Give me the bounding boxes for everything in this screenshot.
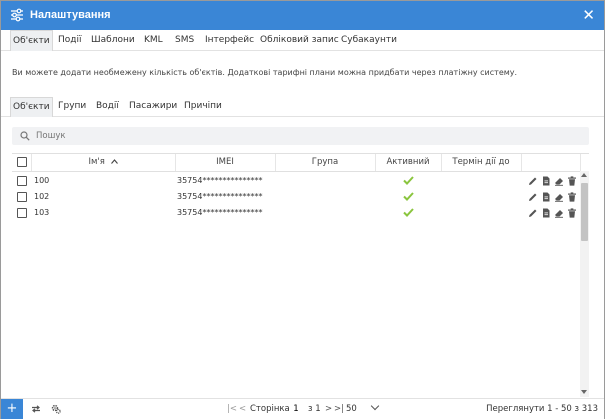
- row-checkbox[interactable]: [17, 192, 27, 202]
- subtab-groups[interactable]: Групи: [56, 97, 88, 116]
- column-name-label: Ім'я: [88, 157, 105, 167]
- select-all-checkbox[interactable]: [17, 157, 27, 167]
- active-check-icon: [403, 208, 414, 217]
- eraser-icon[interactable]: [554, 176, 564, 186]
- prev-page-icon[interactable]: <: [239, 399, 246, 419]
- column-active[interactable]: Активний: [375, 154, 442, 171]
- settings-sliders-icon: [11, 8, 23, 22]
- object-imei: 35754***************: [177, 176, 263, 185]
- footer-toolbar: + |< < Сторінка з 1 > >| 50 Переглянути …: [1, 398, 604, 419]
- tab-sms[interactable]: SMS: [173, 30, 196, 50]
- delete-icon[interactable]: [567, 192, 577, 202]
- column-expiry[interactable]: Термін дії до: [441, 154, 522, 171]
- active-check-icon: [403, 192, 414, 201]
- objects-table: Ім'я IMEI Група Активний Термін дії до 1…: [12, 153, 589, 397]
- subtab-passengers[interactable]: Пасажири: [127, 97, 179, 116]
- page-label: Сторінка: [250, 404, 290, 414]
- object-name: 103: [34, 208, 50, 217]
- document-icon[interactable]: [541, 192, 551, 202]
- table-row[interactable]: 100 35754***************: [12, 173, 580, 189]
- dialog-title: Налаштування: [30, 9, 111, 21]
- scroll-down-icon[interactable]: [581, 390, 587, 394]
- row-checkbox[interactable]: [17, 208, 27, 218]
- page-size-select[interactable]: 50: [346, 399, 380, 419]
- main-tabs: Об'єкти Події Шаблони KML SMS Інтерфейс …: [1, 30, 604, 51]
- settings-dialog: Налаштування ✕ Об'єкти Події Шаблони KML…: [0, 0, 605, 419]
- tab-templates[interactable]: Шаблони: [89, 30, 137, 50]
- eraser-icon[interactable]: [554, 208, 564, 218]
- first-page-icon[interactable]: |<: [227, 399, 237, 419]
- document-icon[interactable]: [541, 176, 551, 186]
- delete-icon[interactable]: [567, 208, 577, 218]
- edit-icon[interactable]: [528, 176, 538, 186]
- eraser-icon[interactable]: [554, 192, 564, 202]
- table-row[interactable]: 102 35754***************: [12, 189, 580, 205]
- sort-asc-icon: [110, 159, 118, 164]
- title-bar: Налаштування ✕: [1, 1, 604, 30]
- object-imei: 35754***************: [177, 192, 263, 201]
- search-input[interactable]: [36, 129, 576, 143]
- search-icon: [20, 131, 30, 141]
- document-icon[interactable]: [541, 208, 551, 218]
- tab-kml[interactable]: KML: [142, 30, 165, 50]
- column-name[interactable]: Ім'я: [31, 154, 176, 171]
- active-check-icon: [403, 176, 414, 185]
- tab-objects[interactable]: Об'єкти: [10, 30, 53, 51]
- object-imei: 35754***************: [177, 208, 263, 217]
- chevron-down-icon: [370, 401, 380, 411]
- column-imei[interactable]: IMEI: [175, 154, 276, 171]
- edit-icon[interactable]: [528, 208, 538, 218]
- subtab-objects[interactable]: Об'єкти: [10, 97, 53, 117]
- scrollbar-thumb[interactable]: [581, 183, 588, 241]
- header-select-cell: [12, 154, 32, 171]
- tab-subaccounts[interactable]: Субакаунти: [339, 30, 399, 50]
- column-actions: [521, 154, 581, 171]
- sub-tabs: Об'єкти Групи Водії Пасажири Причіпи: [1, 97, 604, 117]
- row-checkbox[interactable]: [17, 176, 27, 186]
- subtab-trailers[interactable]: Причіпи: [182, 97, 224, 116]
- last-page-icon[interactable]: >|: [334, 399, 344, 419]
- table-row[interactable]: 103 35754***************: [12, 205, 580, 221]
- column-group[interactable]: Група: [275, 154, 376, 171]
- vertical-scrollbar[interactable]: [580, 171, 589, 397]
- table-header: Ім'я IMEI Група Активний Термін дії до: [12, 154, 589, 172]
- records-count: Переглянути 1 - 50 з 313: [486, 404, 598, 414]
- close-icon[interactable]: ✕: [582, 6, 595, 24]
- page-number-input[interactable]: [291, 403, 301, 415]
- delete-icon[interactable]: [567, 176, 577, 186]
- page-size-value: 50: [346, 404, 357, 414]
- tab-events[interactable]: Події: [56, 30, 84, 50]
- object-name: 102: [34, 192, 50, 201]
- scroll-up-icon[interactable]: [581, 173, 587, 177]
- object-name: 100: [34, 176, 50, 185]
- tab-account[interactable]: Обліковий запис: [258, 30, 341, 50]
- page-of-label: з 1: [308, 404, 321, 414]
- edit-icon[interactable]: [528, 192, 538, 202]
- add-object-button[interactable]: +: [1, 399, 23, 419]
- sync-icon[interactable]: [31, 404, 41, 414]
- search-box: [12, 127, 589, 145]
- next-page-icon[interactable]: >: [325, 399, 332, 419]
- tab-interface[interactable]: Інтерфейс: [203, 30, 256, 50]
- subtab-drivers[interactable]: Водії: [94, 97, 121, 116]
- gears-icon[interactable]: [51, 404, 61, 414]
- info-text: Ви можете додати необмежену кількість об…: [12, 68, 518, 77]
